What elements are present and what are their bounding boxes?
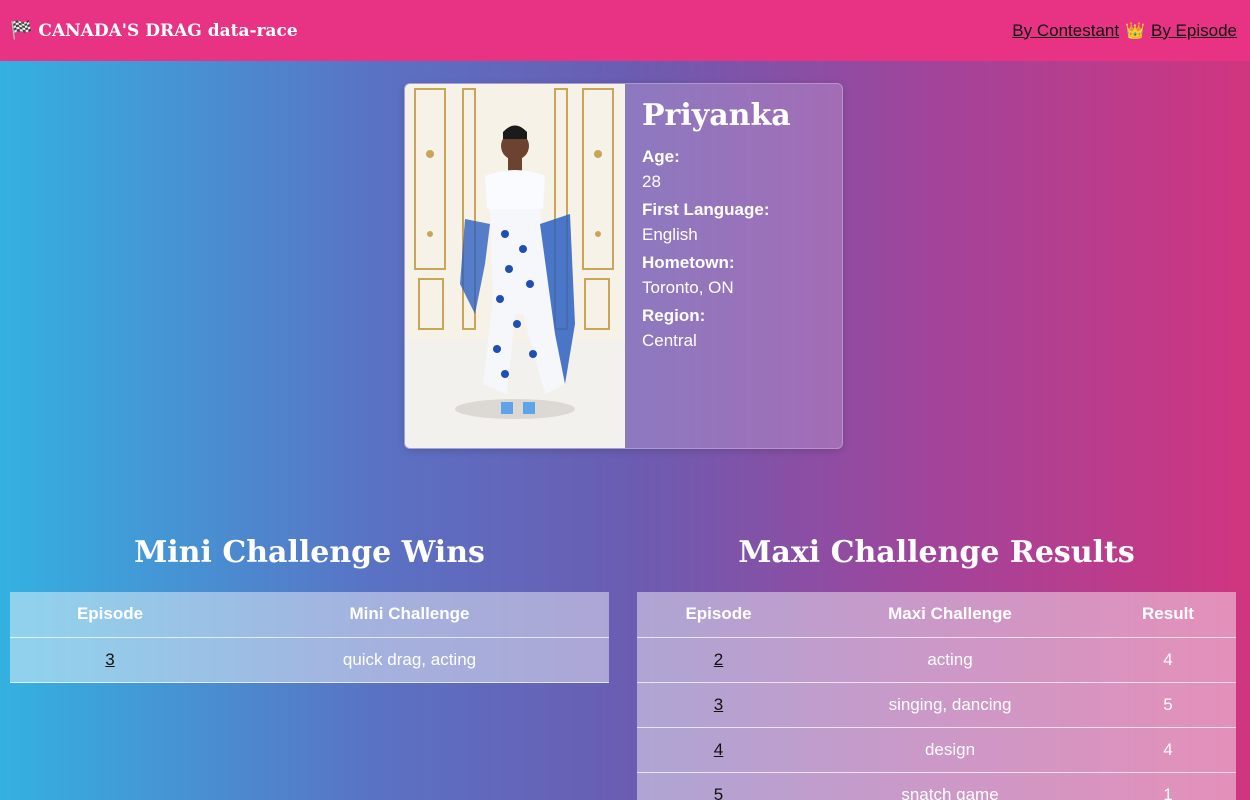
contestant-portrait-image [405,84,625,448]
top-navbar: 🏁 CANADA'S DRAG data-race By Contestant … [0,0,1250,61]
column-header-episode: Episode [10,592,210,638]
result-cell: 4 [1100,637,1236,683]
table-row: 2 acting 4 [637,637,1236,683]
table-row: 3 singing, dancing 5 [637,682,1236,728]
hometown-label: Hometown: [642,253,735,272]
age-label: Age: [642,147,680,166]
contestant-name: Priyanka [642,98,791,133]
nav-by-contestant-link[interactable]: By Contestant [1012,21,1119,41]
challenge-cell: acting [800,637,1100,683]
table-row: 4 design 4 [637,727,1236,773]
result-cell: 5 [1100,682,1236,728]
table-header-row: Episode Maxi Challenge Result [637,592,1236,638]
episode-link[interactable]: 2 [714,650,723,669]
maxi-challenge-table: Episode Maxi Challenge Result 2 acting 4… [637,592,1236,800]
result-cell: 4 [1100,727,1236,773]
mini-challenge-title: Mini Challenge Wins [134,535,485,570]
column-header-maxi-challenge: Maxi Challenge [800,592,1100,638]
episode-cell: 2 [637,637,800,683]
episode-link[interactable]: 5 [714,785,723,800]
challenge-cell: snatch game [800,772,1100,800]
episode-cell: 3 [637,682,800,728]
maxi-challenge-title: Maxi Challenge Results [738,535,1135,570]
nav-by-episode-link[interactable]: By Episode [1151,21,1237,41]
episode-link[interactable]: 3 [714,695,723,714]
region-label: Region: [642,306,706,325]
result-cell: 1 [1100,772,1236,800]
episode-link[interactable]: 3 [105,650,114,669]
episode-cell: 5 [637,772,800,800]
mini-challenge-table: Episode Mini Challenge 3 quick drag, act… [10,592,609,683]
episode-cell: 3 [10,637,210,683]
table-row: 5 snatch game 1 [637,772,1236,800]
episode-link[interactable]: 4 [714,740,723,759]
contestant-card: Priyanka Age: 28 First Language: English… [404,83,843,449]
brand[interactable]: 🏁 CANADA'S DRAG data-race [10,20,298,41]
crown-icon: 👑 [1125,22,1145,40]
challenge-cell: singing, dancing [800,682,1100,728]
first-language-value: English [642,225,698,244]
age-value: 28 [642,172,661,191]
brand-title: CANADA'S DRAG data-race [38,20,298,41]
table-row: 3 quick drag, acting [10,637,609,683]
column-header-mini-challenge: Mini Challenge [210,592,609,638]
checkered-flag-icon: 🏁 [10,20,33,41]
hometown-value: Toronto, ON [642,278,734,297]
table-header-row: Episode Mini Challenge [10,592,609,638]
main-nav: By Contestant 👑 By Episode [1012,21,1237,41]
contestant-photo [405,84,625,448]
column-header-episode: Episode [637,592,800,638]
column-header-result: Result [1100,592,1236,638]
region-value: Central [642,331,697,350]
first-language-label: First Language: [642,200,770,219]
challenge-cell: quick drag, acting [210,637,609,683]
episode-cell: 4 [637,727,800,773]
challenge-cell: design [800,727,1100,773]
contestant-info: Priyanka Age: 28 First Language: English… [642,98,832,351]
